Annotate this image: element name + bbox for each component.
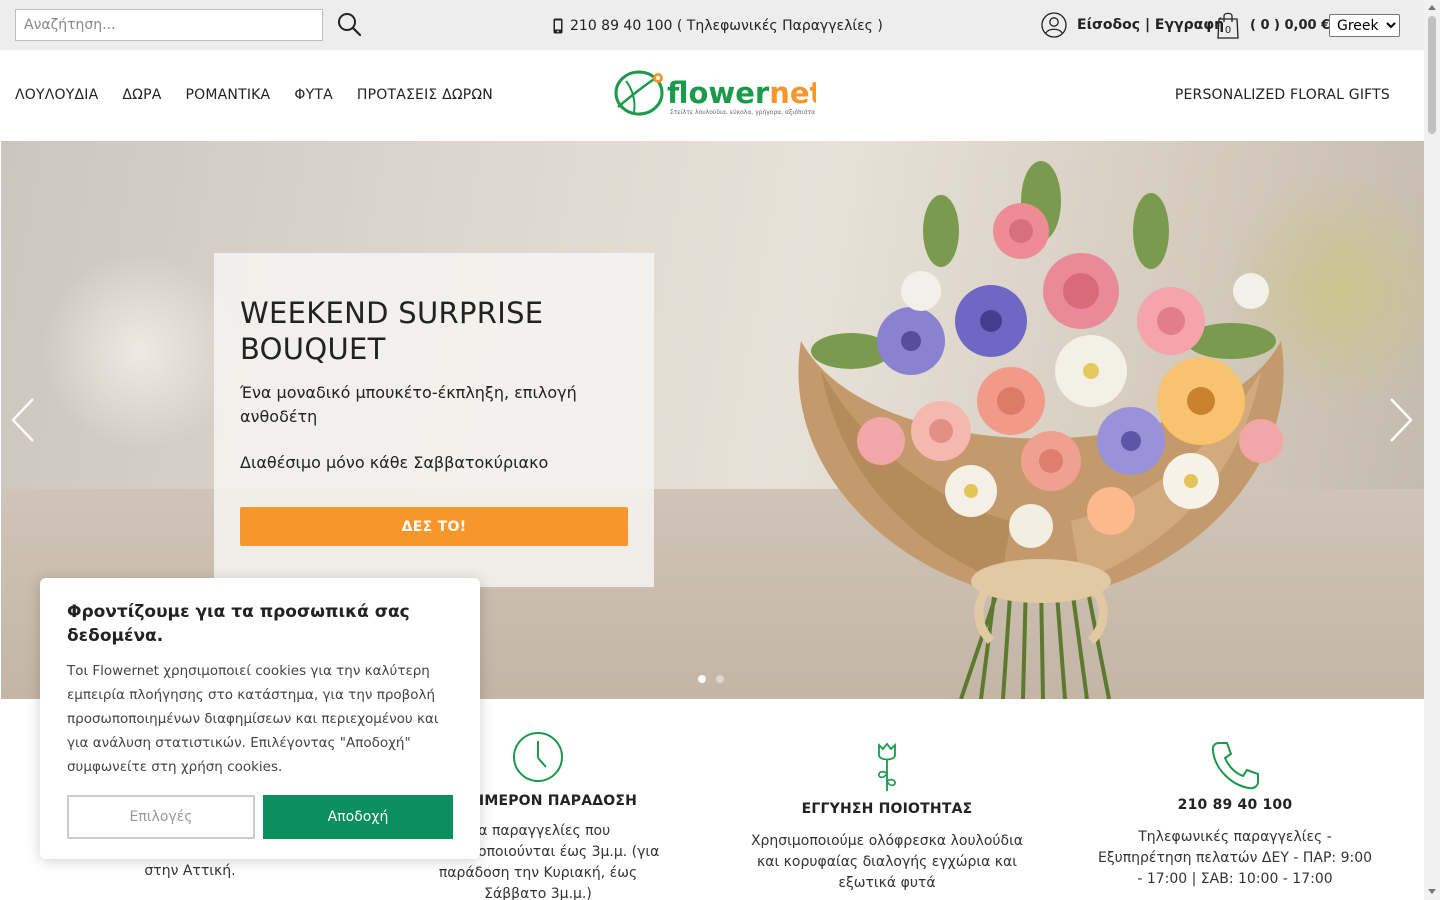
cookie-options-button[interactable]: Επιλογές xyxy=(67,795,255,839)
search-button[interactable] xyxy=(334,10,364,40)
main-nav: ΛΟΥΛΟΥΔΙΑ ΔΩΡΑ ΡΟΜΑΝΤΙΚΑ ΦΥΤΑ ΠΡΟΤΑΣΕΙΣ … xyxy=(0,50,1424,141)
slider-dot-1[interactable] xyxy=(698,675,706,683)
hero-title: WEEKEND SURPRISE BOUQUET xyxy=(240,296,544,366)
chevron-left-icon xyxy=(11,398,34,442)
nav-menu: ΛΟΥΛΟΥΔΙΑ ΔΩΡΑ ΡΟΜΑΝΤΙΚΑ ΦΥΤΑ ΠΡΟΤΑΣΕΙΣ … xyxy=(15,87,493,103)
flowernet-logo[interactable]: flowernet Στείλτε λουλούδια, εύκολα, γρή… xyxy=(612,67,824,119)
nav-item-gift-ideas[interactable]: ΠΡΟΤΑΣΕΙΣ ΔΩΡΩΝ xyxy=(357,87,493,103)
cart-link[interactable]: 0 ( 0 ) 0,00 € xyxy=(1216,11,1330,39)
nav-item-romantic[interactable]: ΡΟΜΑΝΤΙΚΑ xyxy=(186,87,271,103)
svg-text:flowernet: flowernet xyxy=(667,76,816,110)
cookie-text: Τοι Flowernet χρησιμοποιεί cookies για τ… xyxy=(67,663,439,775)
phone-icon xyxy=(1211,742,1259,790)
search-input[interactable] xyxy=(15,9,323,41)
svg-text:Στείλτε λουλούδια, εύκολα, γρή: Στείλτε λουλούδια, εύκολα, γρήγορα, αξιό… xyxy=(670,109,815,116)
see-it-button[interactable]: ΔΕΣ ΤΟ! xyxy=(240,507,628,546)
account-link[interactable]: Είσοδος | Εγγραφή xyxy=(1041,12,1224,38)
account-label[interactable]: Είσοδος | Εγγραφή xyxy=(1077,17,1224,33)
feature-quality-text: Χρησιμοποιούμε ολόφρεσκα λουλούδια και κ… xyxy=(750,833,1024,891)
cart-total: ( 0 ) 0,00 € xyxy=(1250,17,1331,33)
phone-orders[interactable]: 210 89 40 100 ( Τηλεφωνικές Παραγγελίες … xyxy=(553,15,883,37)
scroll-down-arrow[interactable] xyxy=(1428,889,1436,894)
logo-mark: flowernet Στείλτε λουλούδια, εύκολα, γρή… xyxy=(614,70,824,116)
feature-quality-title: ΕΓΓΥΗΣΗ ΠΟΙΟΤΗΤΑΣ xyxy=(801,801,973,817)
bouquet-image xyxy=(798,161,1284,699)
hero-subtitle: Ένα μοναδικό μπουκέτο-έκπληξη, επιλογή α… xyxy=(240,383,577,426)
slider-next-button[interactable] xyxy=(1385,397,1415,443)
user-icon xyxy=(1041,12,1067,38)
feature-phone-text: Τηλεφωνικές παραγγελίες - Εξυπηρέτηση πε… xyxy=(1097,829,1373,887)
top-bar: 210 89 40 100 ( Τηλεφωνικές Παραγγελίες … xyxy=(0,0,1424,50)
nav-item-flowers[interactable]: ΛΟΥΛΟΥΔΙΑ xyxy=(15,87,98,103)
hero-availability: Διαθέσιμο μόνο κάθε Σαββατοκύριακο xyxy=(240,453,549,472)
feature-phone: 210 89 40 100 Τηλεφωνικές παραγγελίες - … xyxy=(1085,699,1385,890)
cookie-accept-button[interactable]: Αποδοχή xyxy=(263,795,453,839)
shopping-bag-icon: 0 xyxy=(1217,12,1239,39)
scroll-up-arrow[interactable] xyxy=(1428,5,1436,10)
chevron-right-icon xyxy=(1390,398,1413,442)
slider-dot-2[interactable] xyxy=(716,675,724,683)
search-icon xyxy=(338,13,362,37)
feature-phone-title: 210 89 40 100 xyxy=(1177,797,1293,813)
cookie-title: Φροντίζουμε για τα προσωπικά σας δεδομέν… xyxy=(67,602,410,646)
feature-quality: ΕΓΓΥΗΣΗ ΠΟΙΟΤΗΤΑΣ Χρησιμοποιούμε ολόφρεσ… xyxy=(737,699,1037,894)
hero-background-light xyxy=(41,251,241,451)
phone-text: 210 89 40 100 ( Τηλεφωνικές Παραγγελίες … xyxy=(570,18,883,34)
mobile-phone-icon xyxy=(553,18,563,34)
personalized-gifts-link[interactable]: PERSONALIZED FLORAL GIFTS xyxy=(1175,87,1390,103)
hero-promo-card: WEEKEND SURPRISE BOUQUET Ένα μοναδικό μπ… xyxy=(214,253,654,587)
slider-dots xyxy=(698,675,724,683)
language-select[interactable]: Greek xyxy=(1329,14,1400,37)
slider-prev-button[interactable] xyxy=(9,397,39,443)
rose-icon xyxy=(878,742,896,791)
page-scrollbar[interactable] xyxy=(1424,0,1440,900)
clock-icon xyxy=(513,732,563,782)
nav-item-gifts[interactable]: ΔΩΡΑ xyxy=(122,87,161,103)
cookie-consent-dialog: Φροντίζουμε για τα προσωπικά σας δεδομέν… xyxy=(40,578,480,859)
cart-badge: 0 xyxy=(1225,25,1231,36)
feature-delivery-text: στην Αττική. xyxy=(144,863,236,879)
scrollbar-thumb[interactable] xyxy=(1428,16,1436,134)
nav-item-plants[interactable]: ΦΥΤΑ xyxy=(294,87,333,103)
